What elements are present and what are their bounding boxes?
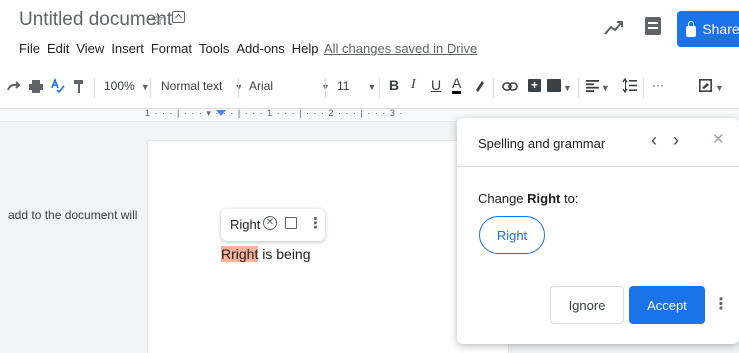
bold-button[interactable]: B <box>389 77 399 93</box>
menu-format[interactable]: Format <box>151 41 192 56</box>
menu-addons[interactable]: Add-ons <box>236 41 284 56</box>
document-text: is being <box>258 246 311 262</box>
menu-help[interactable]: Help <box>292 41 319 56</box>
menu-tools[interactable]: Tools <box>199 41 229 56</box>
spelling-grammar-panel: Spelling and grammar ‹ › ✕ Change Right … <box>457 118 739 344</box>
link-icon[interactable] <box>502 82 518 91</box>
change-prompt: Change Right to: <box>478 191 579 206</box>
menu-file[interactable]: File <box>19 41 40 56</box>
image-caret[interactable]: ▼ <box>563 80 572 94</box>
lock-icon <box>686 20 697 37</box>
previous-suggestion-icon[interactable]: ‹ <box>651 130 657 151</box>
toolbar-divider <box>238 78 239 98</box>
style-select[interactable]: Normal text▼ <box>161 79 243 93</box>
add-comment-icon[interactable]: + <box>528 79 541 92</box>
accept-button[interactable]: Accept <box>629 286 705 324</box>
comment-history-icon[interactable] <box>645 17 661 35</box>
document-page[interactable] <box>148 141 508 353</box>
toolbar-divider <box>578 78 579 98</box>
redo-icon[interactable] <box>6 80 22 94</box>
share-label: Share <box>702 21 739 37</box>
document-text-line[interactable]: Rright is being <box>221 246 311 262</box>
menu-edit[interactable]: Edit <box>47 41 69 56</box>
spellcheck-icon[interactable] <box>51 78 65 94</box>
misspelled-word[interactable]: Rright <box>221 246 259 262</box>
font-size-select[interactable]: 11 ▼ <box>337 79 376 93</box>
more-options-icon[interactable]: ⋮ <box>308 214 323 232</box>
comment-icon[interactable] <box>285 217 297 229</box>
underline-button[interactable]: U <box>431 77 441 93</box>
share-button[interactable]: Share <box>677 11 739 47</box>
change-target-word: Right <box>527 191 561 206</box>
menu-bar: File Edit View Insert Format Tools Add-o… <box>19 41 326 56</box>
toolbar-divider <box>493 78 494 98</box>
dismiss-icon[interactable]: ✕ <box>263 216 277 230</box>
align-left-icon[interactable] <box>586 80 599 92</box>
ignore-button[interactable]: Ignore <box>550 286 624 324</box>
activity-trend-icon[interactable] <box>604 20 624 36</box>
ruler-ticks: 1 · · · | · · · ▾ · · · | · · · 1 · · · … <box>145 108 404 118</box>
text-color-button[interactable]: A <box>452 76 462 94</box>
menu-view[interactable]: View <box>76 41 104 56</box>
indent-marker[interactable] <box>216 110 226 116</box>
suggested-word-button[interactable]: Right <box>230 217 260 232</box>
insert-image-icon[interactable] <box>547 79 561 92</box>
move-to-folder-icon[interactable] <box>172 11 185 23</box>
font-select[interactable]: Arial▼ <box>249 79 330 93</box>
close-icon[interactable]: ✕ <box>712 130 725 148</box>
highlight-pen-icon[interactable] <box>473 79 485 93</box>
editing-mode-caret[interactable]: ▼ <box>715 80 724 94</box>
align-caret[interactable]: ▼ <box>601 80 610 94</box>
toolbar-divider <box>325 78 326 98</box>
menu-insert[interactable]: Insert <box>111 41 144 56</box>
toolbar-divider <box>150 78 151 98</box>
star-icon[interactable]: ☆ <box>150 10 165 30</box>
italic-button[interactable]: I <box>411 77 416 93</box>
suggestion-chip[interactable]: Right <box>479 216 545 254</box>
offpage-text: add to the document will <box>8 208 138 222</box>
more-options-icon[interactable]: ⋮ <box>713 294 729 314</box>
editing-mode-icon[interactable] <box>699 79 712 92</box>
print-icon[interactable] <box>29 79 43 94</box>
save-status-link[interactable]: All changes saved in Drive <box>324 41 477 56</box>
toolbar-divider <box>379 78 380 98</box>
spelling-suggestion-popup: Right ✕ ⋮ <box>221 209 325 241</box>
toolbar-divider <box>94 78 95 98</box>
line-spacing-icon[interactable] <box>622 78 637 93</box>
panel-divider <box>457 166 739 167</box>
toolbar-divider <box>643 78 644 98</box>
zoom-select[interactable]: 100% ▼ <box>104 79 150 93</box>
panel-title: Spelling and grammar <box>478 136 606 151</box>
more-tools-button[interactable]: ··· <box>652 78 664 92</box>
next-suggestion-icon[interactable]: › <box>673 130 679 151</box>
paint-format-icon[interactable] <box>73 79 85 94</box>
